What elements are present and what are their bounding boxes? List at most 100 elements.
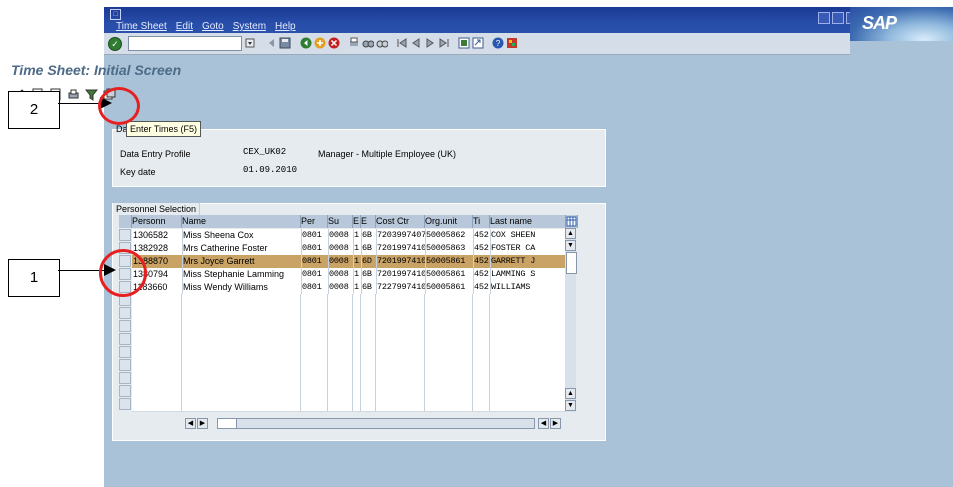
col-name[interactable]: Name (182, 215, 301, 228)
svg-text:?: ? (496, 39, 501, 48)
cell-name: Miss Stephanie Lamming (182, 268, 302, 281)
exit-icon[interactable] (314, 37, 326, 49)
empty-table-row[interactable] (132, 333, 566, 347)
cell-su (328, 372, 353, 385)
empty-table-row[interactable] (132, 294, 566, 308)
vertical-scrollbar[interactable]: ▲ ▼ ▲ ▼ (565, 228, 577, 412)
command-dropdown-icon[interactable] (244, 37, 256, 49)
empty-table-row[interactable] (132, 385, 566, 399)
empty-table-row[interactable] (132, 346, 566, 360)
row-selector[interactable] (119, 320, 131, 332)
table-row[interactable]: 1382928 Mrs Catherine Foster 0801 0008 1 6B 72… (132, 242, 567, 256)
empty-table-row[interactable] (132, 372, 566, 386)
find-icon[interactable] (362, 37, 374, 49)
find-next-icon[interactable] (376, 37, 388, 49)
cell-ti: 452 (473, 255, 491, 268)
cell-name: Miss Wendy Williams (182, 281, 302, 294)
back-icon[interactable] (300, 37, 312, 49)
scroll-page-up-icon[interactable]: ▲ (565, 388, 576, 399)
menu-help[interactable]: Help (275, 21, 296, 32)
menu-time-sheet[interactable]: Time Sheet (116, 21, 167, 32)
col-personn[interactable]: Personn (132, 215, 182, 228)
cell-per: 0801 (301, 281, 329, 294)
cell-org (425, 333, 473, 346)
cancel-icon[interactable] (328, 37, 340, 49)
cell-e2 (361, 307, 376, 320)
maximize-button[interactable] (832, 12, 844, 24)
cell-e1 (353, 346, 361, 359)
horizontal-scrollbar-right[interactable]: ◀ ▶ (538, 418, 564, 429)
menu-system[interactable]: System (233, 21, 266, 32)
scroll-thumb[interactable] (566, 252, 577, 274)
col-last-name[interactable]: Last name (490, 215, 566, 228)
table-row[interactable]: 1183660 Miss Wendy Williams 0801 0008 1 6B 722… (132, 281, 567, 295)
table-row[interactable]: 1306582 Miss Sheena Cox 0801 0008 1 6B 7203997… (132, 229, 567, 243)
row-selector[interactable] (119, 346, 131, 358)
table-row[interactable]: 1388870 Mrs Joyce Garrett 0801 0008 1 6D 72019… (132, 255, 567, 269)
col-per[interactable]: Per (301, 215, 328, 228)
cell-su (328, 333, 353, 346)
row-selector[interactable] (119, 372, 131, 384)
command-field[interactable] (128, 36, 242, 51)
cell-ti (473, 346, 490, 359)
empty-table-row[interactable] (132, 359, 566, 373)
row-selector[interactable] (119, 307, 131, 319)
scroll-left-icon[interactable]: ◀ (185, 418, 196, 429)
key-date-value[interactable]: 01.09.2010 (243, 165, 297, 175)
row-selector[interactable] (119, 385, 131, 397)
filter-button[interactable] (84, 87, 98, 101)
cell-per: 0801 (301, 268, 329, 281)
print-times-button[interactable] (66, 87, 80, 101)
column-config-icon[interactable] (566, 215, 578, 228)
next-page-icon[interactable] (424, 37, 436, 49)
row-selector[interactable] (119, 398, 131, 410)
minimize-button[interactable] (818, 12, 830, 24)
cell-last (490, 333, 566, 346)
cell-su (328, 320, 353, 333)
cell-e1 (353, 307, 361, 320)
scroll-page-down-icon[interactable]: ▼ (565, 400, 576, 411)
select-all-header[interactable] (119, 215, 132, 228)
col-cost-ctr[interactable]: Cost Ctr (376, 215, 425, 228)
scroll-right-icon[interactable]: ▶ (197, 418, 208, 429)
menu-goto[interactable]: Goto (202, 21, 224, 32)
table-row[interactable]: 1380794 Miss Stephanie Lamming 0801 0008 1 6B… (132, 268, 567, 282)
print-icon[interactable] (348, 37, 360, 49)
empty-table-row[interactable] (132, 320, 566, 334)
help-icon[interactable]: ? (492, 37, 504, 49)
cell-e2 (361, 346, 376, 359)
shortcut-icon[interactable] (472, 37, 484, 49)
layout-menu-icon[interactable] (506, 37, 518, 49)
create-session-icon[interactable] (458, 37, 470, 49)
scroll-down-small-icon[interactable]: ▼ (565, 240, 576, 251)
cell-per (301, 307, 328, 320)
horizontal-scroll-track[interactable] (217, 418, 535, 429)
key-date-label: Key date (120, 167, 156, 177)
col-e1[interactable]: E (353, 215, 361, 228)
profile-value[interactable]: CEX_UK02 (243, 147, 286, 157)
scroll-right-2-icon[interactable]: ▶ (550, 418, 561, 429)
cell-org (425, 346, 473, 359)
col-ti[interactable]: Ti (473, 215, 490, 228)
cell-cost: 7201997410 (377, 242, 426, 255)
menu-edit[interactable]: Edit (176, 21, 193, 32)
scroll-left-2-icon[interactable]: ◀ (538, 418, 549, 429)
previous-page-icon[interactable] (410, 37, 422, 49)
col-e2[interactable]: E (361, 215, 376, 228)
scroll-up-icon[interactable]: ▲ (565, 228, 576, 239)
cell-ti: 452 (473, 242, 491, 255)
enter-check-icon[interactable]: ✓ (108, 37, 122, 51)
row-selector[interactable] (119, 229, 131, 241)
system-menu-icon[interactable]: □ (110, 9, 121, 20)
row-selector[interactable] (119, 333, 131, 345)
save-icon[interactable] (279, 37, 291, 49)
empty-table-row[interactable] (132, 307, 566, 321)
empty-table-row[interactable] (132, 398, 566, 412)
row-selector[interactable] (119, 359, 131, 371)
h-scroll-thumb[interactable] (218, 419, 237, 428)
callout-2: 2 (8, 91, 60, 129)
last-page-icon[interactable] (438, 37, 450, 49)
col-su[interactable]: Su (328, 215, 353, 228)
col-org-unit[interactable]: Org.unit (425, 215, 473, 228)
first-page-icon[interactable] (396, 37, 408, 49)
